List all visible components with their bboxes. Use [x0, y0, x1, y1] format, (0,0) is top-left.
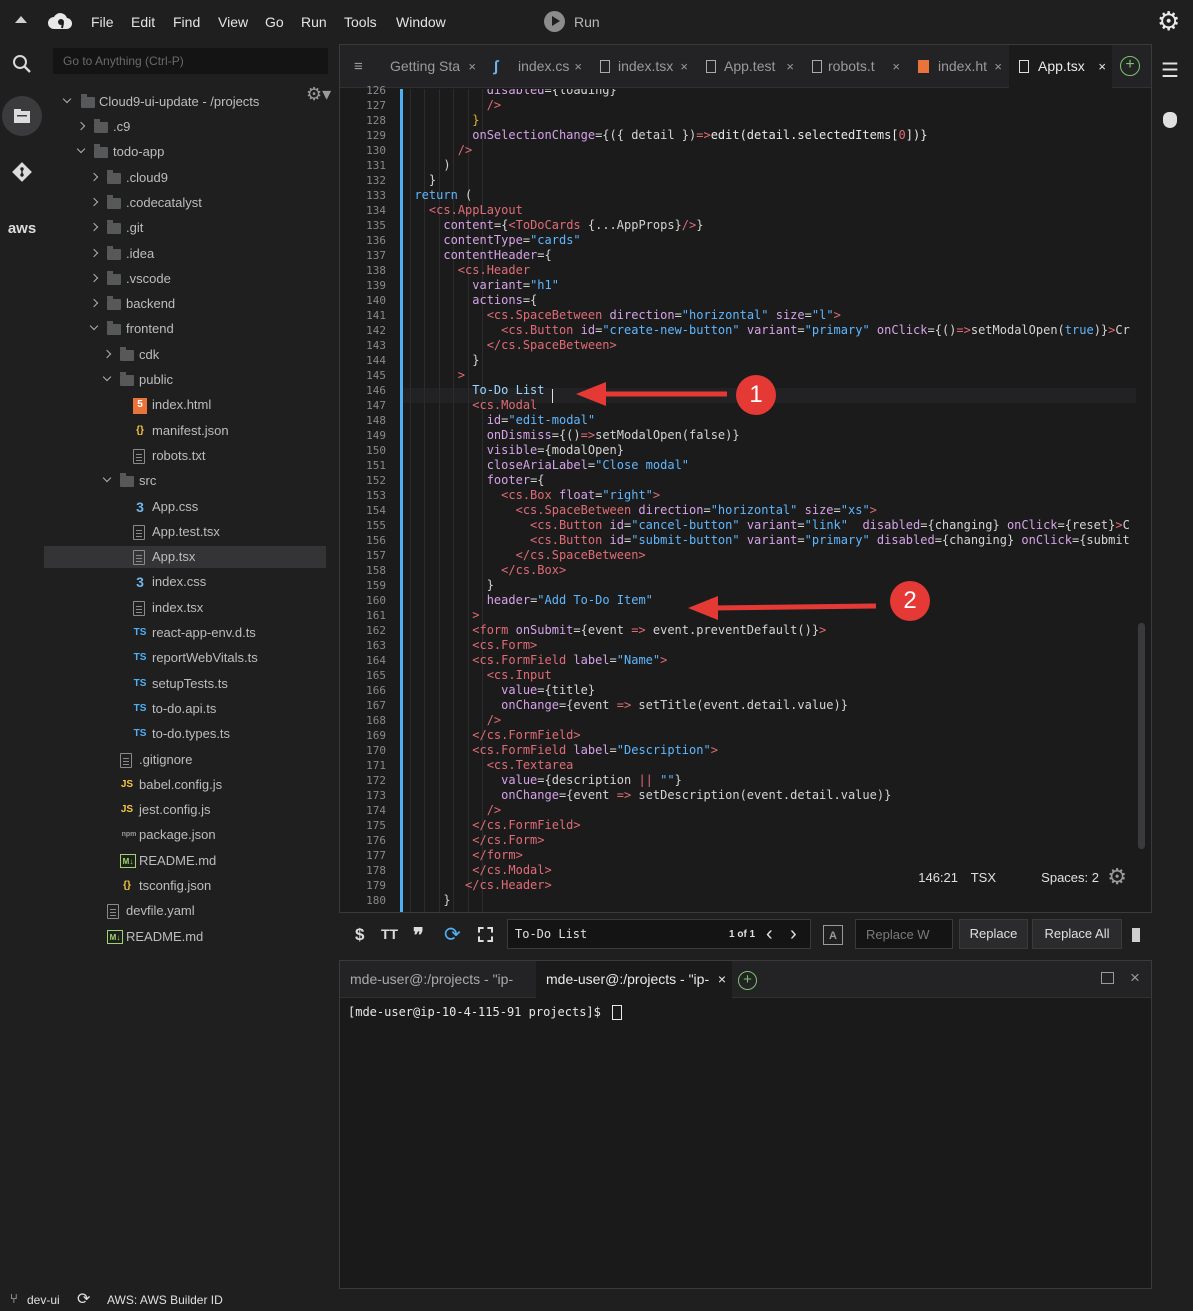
annotation-arrowhead-1 [576, 382, 606, 406]
cloud9-ide: File Edit Find View Go Run Tools Window … [0, 0, 1193, 1311]
annotation-arrowhead-2 [688, 596, 718, 620]
annotation-arrow-2 [711, 603, 877, 611]
annotation-arrows [576, 382, 877, 620]
annotation-marker-1: 1 [736, 375, 776, 415]
annotation-marker-2: 2 [890, 581, 930, 621]
